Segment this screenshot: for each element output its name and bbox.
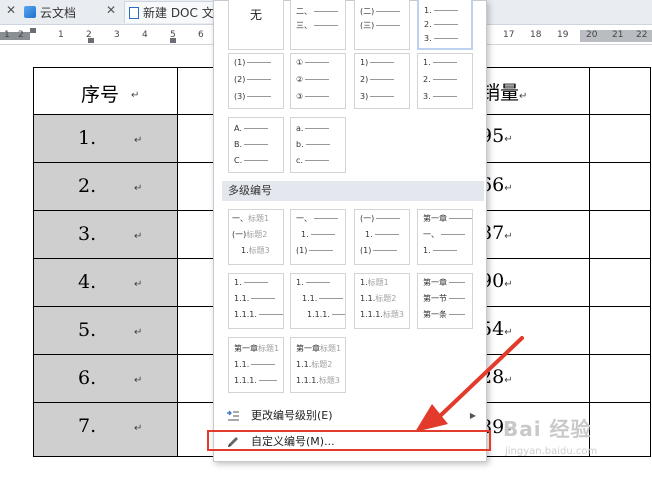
annotation-arrow (415, 336, 524, 432)
